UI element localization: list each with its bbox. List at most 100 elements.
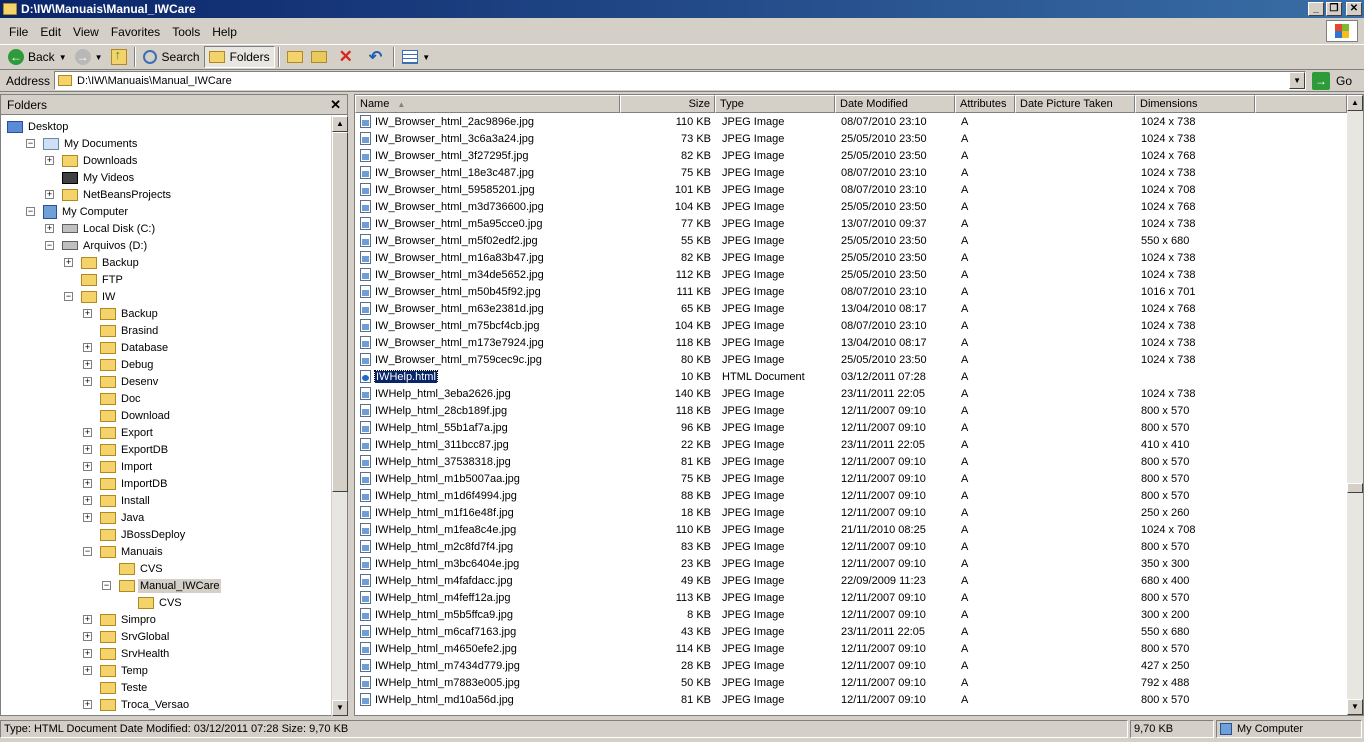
collapse-icon[interactable]: −: [64, 292, 73, 301]
column-name[interactable]: Name ▲: [355, 95, 620, 113]
menu-tools[interactable]: Tools: [166, 25, 206, 39]
expand-icon[interactable]: +: [45, 156, 54, 165]
column-dimensions[interactable]: Dimensions: [1135, 95, 1255, 113]
tree-item[interactable]: JBossDeploy: [83, 526, 187, 543]
tree-item[interactable]: + Troca_Versao: [83, 696, 191, 713]
column-size[interactable]: Size: [620, 95, 715, 113]
file-row[interactable]: IWHelp_html_m7883e005.jpg 50 KB JPEG Image…: [355, 674, 1255, 691]
tree-item[interactable]: + Backup: [83, 305, 160, 322]
collapse-icon[interactable]: −: [26, 139, 35, 148]
collapse-icon[interactable]: −: [102, 581, 111, 590]
file-row[interactable]: IWHelp_html_m4feff12a.jpg 113 KB JPEG Imag…: [355, 589, 1255, 606]
restore-button[interactable]: ❐: [1326, 2, 1342, 16]
tree-item[interactable]: + Desenv: [83, 373, 160, 390]
file-row[interactable]: IWHelp_html_m1b5007aa.jpg 75 KB JPEG Image…: [355, 470, 1255, 487]
tree-item[interactable]: + Install: [83, 492, 152, 509]
expand-icon[interactable]: +: [83, 666, 92, 675]
file-row[interactable]: IW_Browser_html_3c6a3a24.jpg 73 KB JPEG Im…: [355, 130, 1255, 147]
tree-item[interactable]: − Manuais: [83, 543, 165, 560]
address-field[interactable]: D:\IW\Manuais\Manual_IWCare ▼: [54, 71, 1307, 90]
expand-icon[interactable]: +: [83, 445, 92, 454]
tree-item[interactable]: CVS: [102, 560, 165, 577]
file-row[interactable]: IW_Browser_html_m63e2381d.jpg 65 KB JPEG I…: [355, 300, 1255, 317]
file-row[interactable]: IW_Browser_html_m173e7924.jpg 118 KB JPEG …: [355, 334, 1255, 351]
tree-item[interactable]: + SrvGlobal: [83, 628, 171, 645]
tree-item[interactable]: + Local Disk (C:): [45, 220, 157, 237]
collapse-icon[interactable]: −: [83, 547, 92, 556]
file-row[interactable]: IWHelp_html_311bcc87.jpg 22 KB JPEG Image 2…: [355, 436, 1255, 453]
tree-item[interactable]: Teste: [83, 679, 149, 696]
expand-icon[interactable]: +: [83, 496, 92, 505]
file-row[interactable]: IW_Browser_html_3f27295f.jpg 82 KB JPEG Im…: [355, 147, 1255, 164]
expand-icon[interactable]: +: [83, 513, 92, 522]
dropdown-arrow-icon[interactable]: ▼: [59, 53, 67, 62]
forward-button[interactable]: → ▼: [71, 46, 107, 68]
expand-icon[interactable]: +: [83, 360, 92, 369]
file-list-scrollbar[interactable]: ▲ ▼: [1347, 95, 1363, 715]
expand-icon[interactable]: +: [83, 428, 92, 437]
tree-item[interactable]: − IW: [64, 288, 117, 305]
tree-item[interactable]: + ImportDB: [83, 475, 169, 492]
tree-item[interactable]: − My Computer: [26, 203, 130, 220]
scroll-thumb[interactable]: [332, 132, 348, 492]
expand-icon[interactable]: +: [45, 224, 54, 233]
file-row[interactable]: IWHelp_html_m2c8fd7f4.jpg 83 KB JPEG Image…: [355, 538, 1255, 555]
file-row[interactable]: IW_Browser_html_m75bcf4cb.jpg 104 KB JPEG …: [355, 317, 1255, 334]
back-button[interactable]: ← Back ▼: [4, 46, 71, 68]
file-row[interactable]: IW_Browser_html_2ac9896e.jpg 110 KB JPEG I…: [355, 113, 1255, 130]
expand-icon[interactable]: +: [83, 615, 92, 624]
tree-item[interactable]: + Debug: [83, 356, 155, 373]
file-row[interactable]: IW_Browser_html_m759cec9c.jpg 80 KB JPEG I…: [355, 351, 1255, 368]
file-row[interactable]: IWHelp_html_m3bc6404e.jpg 23 KB JPEG Image…: [355, 555, 1255, 572]
up-folder-button[interactable]: [107, 46, 131, 68]
tree-item[interactable]: CVS: [121, 594, 184, 611]
file-row[interactable]: IWHelp_html_37538318.jpg 81 KB JPEG Image 1…: [355, 453, 1255, 470]
expand-icon[interactable]: +: [83, 343, 92, 352]
scroll-up-button[interactable]: ▲: [1347, 95, 1363, 111]
collapse-icon[interactable]: −: [26, 207, 35, 216]
tree-item[interactable]: − Manual_IWCare: [102, 577, 222, 594]
minimize-button[interactable]: _: [1308, 2, 1324, 16]
scroll-thumb[interactable]: [1347, 483, 1363, 493]
scroll-up-button[interactable]: ▲: [332, 116, 348, 132]
file-row[interactable]: IW_Browser_html_m3d736600.jpg 104 KB JPEG …: [355, 198, 1255, 215]
expand-icon[interactable]: +: [83, 649, 92, 658]
menu-help[interactable]: Help: [206, 25, 243, 39]
file-row[interactable]: IWHelp_html_m1f16e48f.jpg 18 KB JPEG Image…: [355, 504, 1255, 521]
tree-item[interactable]: + Java: [83, 509, 146, 526]
collapse-icon[interactable]: −: [45, 241, 54, 250]
address-dropdown-button[interactable]: ▼: [1289, 72, 1306, 89]
tree-item[interactable]: Download: [83, 407, 172, 424]
expand-icon[interactable]: +: [83, 309, 92, 318]
undo-button[interactable]: ↶: [361, 46, 390, 68]
close-button[interactable]: ✕: [1346, 2, 1362, 16]
file-row[interactable]: IWHelp_html_m5b5ffca9.jpg 8 KB JPEG Image 1…: [355, 606, 1255, 623]
menu-view[interactable]: View: [67, 25, 105, 39]
copy-to-button[interactable]: [307, 46, 331, 68]
expand-icon[interactable]: +: [83, 462, 92, 471]
tree-item[interactable]: + Simpro: [83, 611, 158, 628]
file-row[interactable]: IW_Browser_html_59585201.jpg 101 KB JPEG I…: [355, 181, 1255, 198]
file-row[interactable]: IW_Browser_html_m34de5652.jpg 112 KB JPEG …: [355, 266, 1255, 283]
expand-icon[interactable]: +: [64, 258, 73, 267]
views-button[interactable]: ▼: [398, 46, 434, 68]
close-folders-pane-button[interactable]: ✕: [330, 97, 341, 113]
file-row[interactable]: IW_Browser_html_m5a95cce0.jpg 77 KB JPEG I…: [355, 215, 1255, 232]
file-row[interactable]: IW_Browser_html_m50b45f92.jpg 111 KB JPEG …: [355, 283, 1255, 300]
tree-item[interactable]: Desktop: [7, 118, 70, 135]
tree-item[interactable]: + Downloads: [45, 152, 139, 169]
file-row[interactable]: IWHelp_html_28cb189f.jpg 118 KB JPEG Image…: [355, 402, 1255, 419]
tree-item[interactable]: + Export: [83, 424, 155, 441]
tree-item[interactable]: My Videos: [45, 169, 136, 186]
file-row[interactable]: IWHelp_html_m4fafdacc.jpg 49 KB JPEG Image…: [355, 572, 1255, 589]
file-row[interactable]: IW_Browser_html_m5f02edf2.jpg 55 KB JPEG I…: [355, 232, 1255, 249]
tree-scrollbar[interactable]: ▲ ▼: [331, 116, 348, 716]
file-row[interactable]: IWHelp_html_m4650efe2.jpg 114 KB JPEG Imag…: [355, 640, 1255, 657]
tree-item[interactable]: + ExportDB: [83, 441, 170, 458]
expand-icon[interactable]: +: [45, 190, 54, 199]
delete-button[interactable]: ✕: [331, 46, 361, 68]
dropdown-arrow-icon[interactable]: ▼: [422, 53, 430, 62]
tree-item[interactable]: + NetBeansProjects: [45, 186, 173, 203]
menu-edit[interactable]: Edit: [34, 25, 67, 39]
expand-icon[interactable]: +: [83, 377, 92, 386]
